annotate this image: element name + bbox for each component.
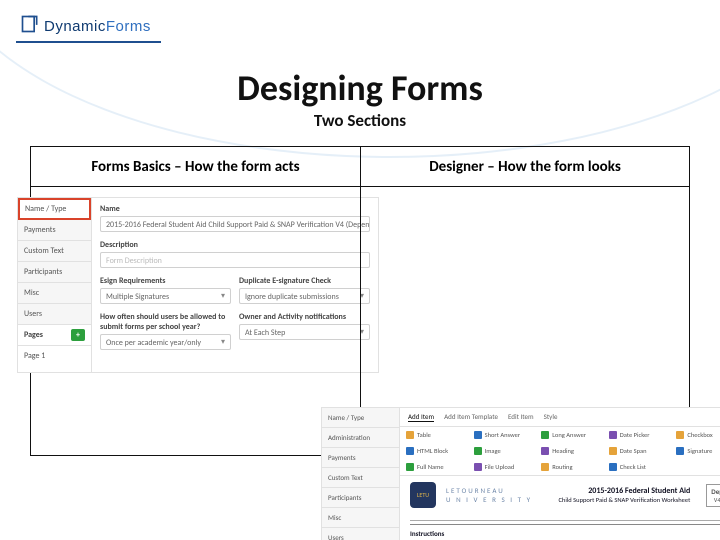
dz-tab-payments[interactable]: Payments: [322, 448, 399, 468]
worksheet-title: 2015-2016 Federal Student Aid Child Supp…: [558, 486, 690, 504]
worksheet-badge: Dep V4: [706, 484, 720, 507]
owner-select[interactable]: At Each Step: [239, 324, 370, 340]
right-column-heading: Designer – How the form looks: [360, 147, 689, 187]
description-input[interactable]: Form Description: [100, 252, 370, 268]
owner-label: Owner and Activity notifications: [239, 312, 370, 322]
tool-icon: [406, 463, 414, 471]
slide-title: Designing Forms: [0, 66, 720, 110]
designer-top-tabs: Add Item Add Item Template Edit Item Sty…: [400, 408, 720, 426]
tool-routing[interactable]: Routing: [535, 459, 603, 475]
howoften-label: How often should users be allowed to sub…: [100, 312, 231, 332]
esign-label: Esign Requirements: [100, 276, 231, 286]
description-label: Description: [100, 240, 370, 250]
dz-tab-name-type[interactable]: Name / Type: [322, 408, 399, 428]
slide-subtitle: Two Sections: [0, 110, 720, 131]
tool-heading[interactable]: Heading: [535, 443, 603, 459]
tool-checkbox[interactable]: Checkbox: [670, 427, 720, 443]
university-name: LETOURNEAU U N I V E R S I T Y: [446, 486, 532, 504]
sidebar-tab-payments[interactable]: Payments: [18, 220, 91, 241]
pages-header: Pages: [24, 330, 43, 340]
top-tab-add-template[interactable]: Add Item Template: [444, 412, 498, 422]
app-logo: DynamicForms: [16, 10, 161, 43]
esign-select[interactable]: Multiple Signatures: [100, 288, 231, 304]
dz-tab-administration[interactable]: Administration: [322, 428, 399, 448]
tool-icon: [541, 463, 549, 471]
tool-file-upload[interactable]: File Upload: [468, 459, 536, 475]
designer-screenshot: Name / Type Administration Payments Cust…: [321, 407, 720, 540]
sidebar-tab-name-type[interactable]: Name / Type: [18, 198, 91, 220]
dup-check-label: Duplicate E-signature Check: [239, 276, 370, 286]
sidebar-tab-misc[interactable]: Misc: [18, 283, 91, 304]
name-input[interactable]: 2015-2016 Federal Student Aid Child Supp…: [100, 216, 370, 232]
tool-signature[interactable]: Signature: [670, 443, 720, 459]
tool-icon: [541, 447, 549, 455]
dup-check-select[interactable]: Ignore duplicate submissions: [239, 288, 370, 304]
dz-tab-custom-text[interactable]: Custom Text: [322, 468, 399, 488]
dz-tab-misc[interactable]: Misc: [322, 508, 399, 528]
top-tab-edit-item[interactable]: Edit Item: [508, 412, 534, 422]
designer-toolbar: TableShort AnswerLong AnswerDate PickerC…: [400, 426, 720, 476]
logo-icon: [20, 14, 40, 39]
dz-tab-participants[interactable]: Participants: [322, 488, 399, 508]
two-column-grid: Forms Basics – How the form acts Designe…: [30, 146, 690, 456]
top-tab-style[interactable]: Style: [544, 412, 558, 422]
tool-icon: [541, 431, 549, 439]
tool-icon: [676, 447, 684, 455]
tool-icon: [406, 431, 414, 439]
tool-short-answer[interactable]: Short Answer: [468, 427, 536, 443]
tool-check-list[interactable]: Check List: [603, 459, 671, 475]
tool-html-block[interactable]: HTML Block: [400, 443, 468, 459]
form-basics-screenshot: Name / Type Payments Custom Text Partici…: [17, 197, 379, 373]
tool-icon: [474, 463, 482, 471]
tool-icon: [474, 431, 482, 439]
left-column-heading: Forms Basics – How the form acts: [31, 147, 360, 187]
tool-image[interactable]: Image: [468, 443, 536, 459]
tool-date-span[interactable]: Date Span: [603, 443, 671, 459]
tool-table[interactable]: Table: [400, 427, 468, 443]
tool-icon: [609, 463, 617, 471]
tool-icon: [676, 431, 684, 439]
tool-full-name[interactable]: Full Name: [400, 459, 468, 475]
tool-icon: [609, 431, 617, 439]
dz-tab-users[interactable]: Users: [322, 528, 399, 540]
university-crest-icon: LETU: [410, 482, 436, 508]
sidebar-tab-users[interactable]: Users: [18, 304, 91, 325]
top-tab-add-item[interactable]: Add Item: [408, 412, 434, 422]
tool-icon: [406, 447, 414, 455]
page-item[interactable]: Page 1: [18, 345, 91, 366]
name-label: Name: [100, 204, 370, 214]
sidebar-tab-participants[interactable]: Participants: [18, 262, 91, 283]
howoften-select[interactable]: Once per academic year/only: [100, 334, 231, 350]
tool-icon: [474, 447, 482, 455]
tool-long-answer[interactable]: Long Answer: [535, 427, 603, 443]
tool-icon: [609, 447, 617, 455]
logo-text: DynamicForms: [44, 18, 151, 35]
tool-date-picker[interactable]: Date Picker: [603, 427, 671, 443]
sidebar-tab-custom-text[interactable]: Custom Text: [18, 241, 91, 262]
add-page-button[interactable]: +: [71, 329, 85, 341]
section-heading: Instructions: [410, 524, 720, 538]
